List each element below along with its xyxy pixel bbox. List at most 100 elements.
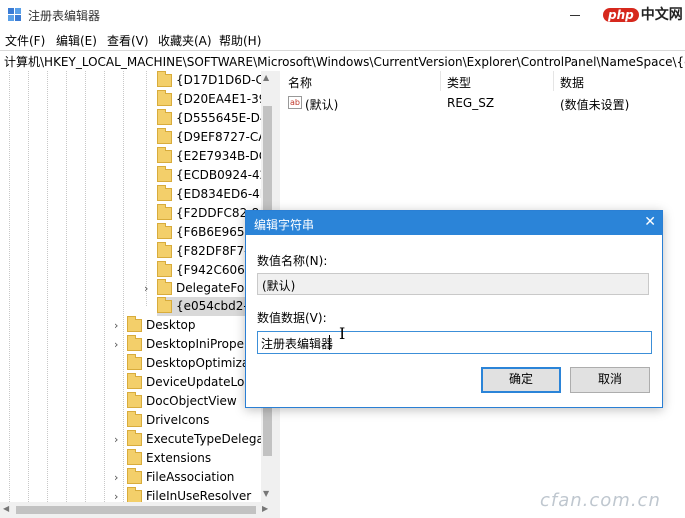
folder-icon [157,90,172,106]
value-data-label: 数值数据(V): [257,311,327,325]
folder-icon [157,261,172,277]
minimize-button[interactable] [560,4,590,26]
folder-icon [157,128,172,144]
address-bar[interactable]: 计算机\HKEY_LOCAL_MACHINE\SOFTWARE\Microsof… [0,50,685,72]
cancel-button[interactable]: 取消 [570,367,650,393]
registry-editor-window: 注册表编辑器 php 中文网 文件(F) 编辑(E) 查看(V) 收藏夹(A) 帮… [0,0,685,518]
tree-item-label: Extensions [146,451,212,465]
tree-item[interactable]: {D555645E-D4F [157,109,274,129]
tree-item-label: DeviceUpdateLoca [146,375,259,389]
chevron-right-icon[interactable]: › [114,338,118,351]
scroll-up-icon[interactable]: ▲ [263,73,269,82]
column-header-name[interactable]: 名称 [288,74,312,91]
watermark-php: php [603,8,639,22]
tree-item-label: {ECDB0924-420 [176,168,274,182]
tree-item[interactable]: {D9EF8727-CAC [157,128,274,148]
tree-item-label: FileInUseResolver [146,489,252,502]
tree-item[interactable]: › FileAssociation [112,468,272,488]
tree-item-label: DriveIcons [146,413,210,427]
value-name-label: 数值名称(N): [257,254,328,268]
folder-icon [127,411,142,427]
ibeam-cursor-icon: I [339,324,346,343]
tree-item[interactable]: {ECDB0924-420 [157,166,274,186]
tree-item-label: FileAssociation [146,470,235,484]
folder-icon [127,373,142,389]
watermark-cn: 中文网 [640,7,683,23]
folder-icon [127,335,142,351]
folder-icon [127,430,142,446]
menu-favorites[interactable]: 收藏夹(A) [158,32,212,49]
menu-bar: 文件(F) 编辑(E) 查看(V) 收藏夹(A) 帮助(H) [0,30,685,50]
tree-item-label: {D9EF8727-CAC [176,130,274,144]
tree-item[interactable]: › ExecuteTypeDelegate [112,430,274,450]
folder-icon [157,185,172,201]
scroll-thumb[interactable] [16,506,256,514]
folder-icon [157,279,172,295]
tree-item-label: {D17D1D6D-CC [176,73,273,87]
chevron-right-icon[interactable]: › [144,282,148,295]
column-header-data[interactable]: 数据 [560,74,584,91]
window-title: 注册表编辑器 [28,9,101,23]
scroll-right-icon[interactable]: ▶ [262,504,268,513]
scroll-left-icon[interactable]: ◀ [3,504,9,513]
site-watermark: php 中文网 [603,4,683,24]
tree-item-label: DocObjectView [146,394,237,408]
tree-item[interactable]: › FileInUseResolver [112,487,272,502]
string-value-icon: ab [288,96,302,109]
folder-icon [157,166,172,182]
tree-item[interactable]: {D20EA4E1-395 [157,90,274,110]
chevron-right-icon[interactable]: › [114,319,118,332]
value-name-text: (默认) [262,279,296,293]
tree-item[interactable]: {ED834ED6-4B5 [157,185,274,205]
tree-item-label: {e054cbd2-9 [176,299,256,313]
folder-icon [157,147,172,163]
tree-horizontal-scrollbar[interactable]: ◀ ▶ [0,502,274,518]
menu-edit[interactable]: 编辑(E) [56,32,97,49]
folder-icon [157,204,172,220]
tree-item-label: {E2E7934B-DCE [176,149,274,163]
ok-button[interactable]: 确定 [481,367,561,393]
dialog-title-bar: 编辑字符串 ✕ [246,211,662,235]
folder-icon [157,242,172,258]
menu-help[interactable]: 帮助(H) [219,32,261,49]
chevron-right-icon[interactable]: › [114,490,118,502]
tree-item-label: {ED834ED6-4B5 [176,187,274,201]
value-data: (数值未设置) [560,98,630,112]
column-header-type[interactable]: 类型 [447,74,471,91]
chevron-right-icon[interactable]: › [114,471,118,484]
cfan-watermark: cfan.com.cn [540,490,661,511]
menu-view[interactable]: 查看(V) [107,32,149,49]
tree-pane[interactable]: {D17D1D6D-CC {D20EA4E1-395 {D555645E-D4F… [0,71,274,502]
folder-icon [127,354,142,370]
edit-string-dialog: 编辑字符串 ✕ 数值名称(N): (默认) 数值数据(V): 注册表编辑器 I … [245,210,663,408]
chevron-right-icon[interactable]: › [114,433,118,446]
tree-item-label: DesktopIniProper [146,337,249,351]
value-type: REG_SZ [447,96,495,110]
tree-item[interactable]: {E2E7934B-DCE [157,147,274,167]
scroll-down-icon[interactable]: ▼ [263,489,269,498]
tree-item-label: DelegateFold [176,281,256,295]
folder-icon [157,297,172,313]
folder-icon [127,392,142,408]
tree-item[interactable]: Extensions [112,449,272,469]
address-path[interactable]: 计算机\HKEY_LOCAL_MACHINE\SOFTWARE\Microsof… [4,53,685,70]
folder-icon [157,109,172,125]
tree-item-label: {D555645E-D4F [176,111,274,125]
tree-item[interactable]: {D17D1D6D-CC [157,71,274,91]
text-caret [329,335,330,350]
tree-item-label: DesktopOptimizat [146,356,254,370]
folder-icon [127,316,142,332]
tree-item-label: {D20EA4E1-395 [176,92,274,106]
folder-icon [157,71,172,87]
tree-item[interactable]: DriveIcons [112,411,272,431]
tree-item-label: Desktop [146,318,196,332]
title-bar: 注册表编辑器 php 中文网 [0,0,685,30]
value-name: (默认) [305,98,339,112]
value-data-input[interactable]: 注册表编辑器 [257,331,652,354]
menu-file[interactable]: 文件(F) [5,32,45,49]
value-data-text: 注册表编辑器 [261,337,334,351]
folder-icon [127,468,142,484]
tree-item-label: ExecuteTypeDelegate [146,432,274,446]
close-icon[interactable]: ✕ [644,214,656,230]
folder-icon [127,449,142,465]
